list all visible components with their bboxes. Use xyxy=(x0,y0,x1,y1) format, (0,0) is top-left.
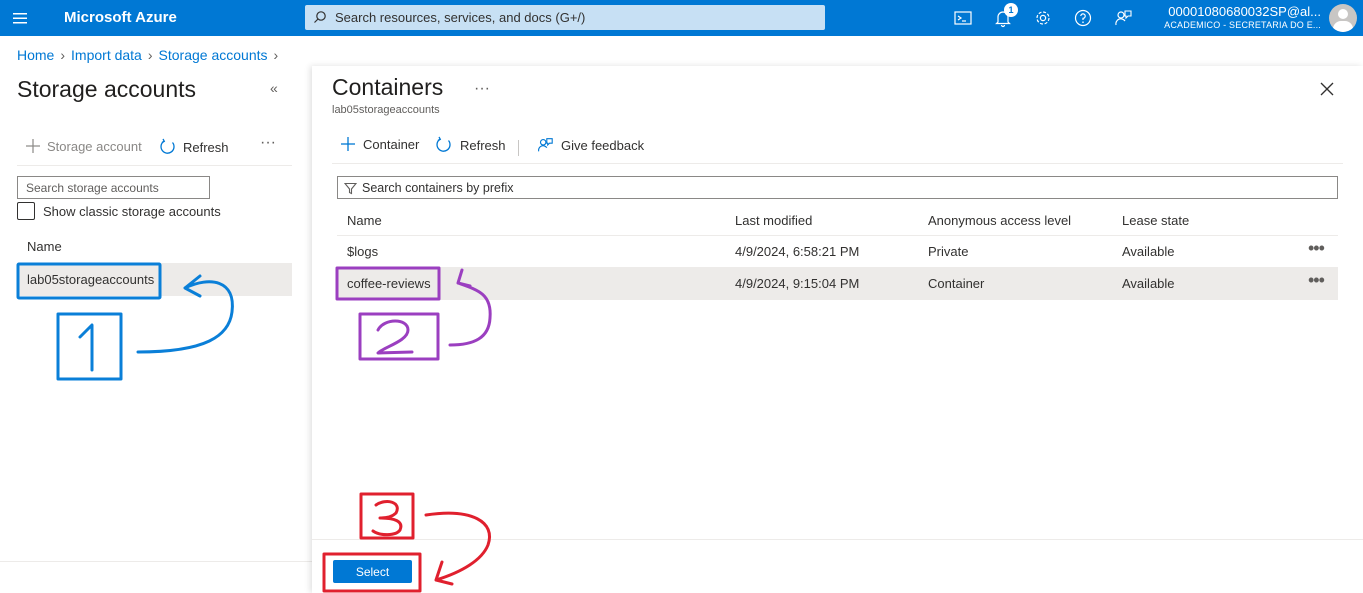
panel-subtitle: lab05storageaccounts xyxy=(332,104,440,116)
filter-icon xyxy=(344,182,357,195)
refresh-accounts-button[interactable]: Refresh xyxy=(159,138,229,156)
feedback-person-icon[interactable] xyxy=(1113,8,1133,28)
column-header-last-modified[interactable]: Last modified xyxy=(735,213,812,228)
breadcrumb-separator: › xyxy=(147,47,153,63)
container-name[interactable]: coffee-reviews xyxy=(347,276,431,291)
breadcrumb-separator: › xyxy=(60,47,66,63)
refresh-containers-label: Refresh xyxy=(460,137,506,153)
container-prefix-search-input[interactable]: Search containers by prefix xyxy=(337,176,1338,199)
storage-account-row[interactable]: lab05storageaccounts xyxy=(17,263,292,296)
search-icon xyxy=(314,11,326,23)
refresh-containers-button[interactable]: Refresh xyxy=(435,136,506,154)
containers-panel: Containers ··· lab05storageaccounts Cont… xyxy=(312,66,1363,593)
hamburger-menu-icon[interactable] xyxy=(12,9,30,27)
table-header: Name Last modified Anonymous access leve… xyxy=(337,206,1338,236)
plus-icon xyxy=(26,139,40,153)
refresh-icon xyxy=(160,138,175,154)
column-header-lease-state[interactable]: Lease state xyxy=(1122,213,1189,228)
breadcrumb-separator: › xyxy=(273,47,279,63)
toolbar-divider xyxy=(518,140,519,156)
global-search-input[interactable]: Search resources, services, and docs (G+… xyxy=(305,5,825,30)
account-organization: ACADEMICO - SECRETARIA DO E... xyxy=(1164,20,1321,30)
container-search-placeholder: Search containers by prefix xyxy=(362,181,514,195)
brand-title[interactable]: Microsoft Azure xyxy=(64,9,177,26)
panel-title: Containers xyxy=(332,74,444,100)
account-info[interactable]: 00001080680032SP@al... ACADEMICO - SECRE… xyxy=(1164,4,1321,30)
column-header-name[interactable]: Name xyxy=(347,213,382,228)
settings-gear-icon[interactable] xyxy=(1033,8,1053,28)
container-last-modified: 4/9/2024, 6:58:21 PM xyxy=(735,244,860,259)
panel-footer-divider xyxy=(312,539,1363,540)
give-feedback-label: Give feedback xyxy=(561,137,645,153)
container-lease-state: Available xyxy=(1122,276,1175,291)
left-more-button[interactable]: ··· xyxy=(260,134,276,152)
container-name[interactable]: $logs xyxy=(347,244,378,259)
show-classic-checkbox[interactable]: Show classic storage accounts xyxy=(17,202,221,220)
table-row[interactable]: coffee-reviews 4/9/2024, 9:15:04 PM Cont… xyxy=(337,268,1338,300)
left-footer-divider xyxy=(0,561,312,562)
feedback-person-icon xyxy=(538,138,553,152)
container-last-modified: 4/9/2024, 9:15:04 PM xyxy=(735,276,860,291)
panel-more-button[interactable]: ··· xyxy=(474,80,490,98)
containers-toolbar: Container Refresh Give feedback xyxy=(332,132,1343,164)
show-classic-label: Show classic storage accounts xyxy=(43,203,221,219)
checkbox-box[interactable] xyxy=(17,202,35,220)
refresh-icon xyxy=(436,136,451,152)
refresh-accounts-label: Refresh xyxy=(183,139,229,155)
left-toolbar: Storage account Refresh ··· xyxy=(17,134,292,166)
page-title: Storage accounts xyxy=(17,76,197,102)
breadcrumb-home[interactable]: Home xyxy=(17,47,54,63)
azure-top-bar: Microsoft Azure Search resources, servic… xyxy=(0,0,1363,36)
plus-icon xyxy=(341,137,355,151)
give-feedback-button[interactable]: Give feedback xyxy=(536,136,644,154)
breadcrumb-storage-accounts[interactable]: Storage accounts xyxy=(159,47,268,63)
table-row[interactable]: $logs 4/9/2024, 6:58:21 PM Private Avail… xyxy=(337,236,1338,268)
add-storage-account-button[interactable]: Storage account xyxy=(25,138,142,154)
notification-count-badge: 1 xyxy=(1004,3,1018,17)
breadcrumb-import-data[interactable]: Import data xyxy=(71,47,142,63)
add-storage-account-label: Storage account xyxy=(47,138,142,154)
row-more-button[interactable]: ••• xyxy=(1308,270,1325,291)
container-access-level: Private xyxy=(928,244,969,259)
add-container-label: Container xyxy=(363,136,420,152)
storage-account-name: lab05storageaccounts xyxy=(27,272,155,287)
avatar[interactable] xyxy=(1329,4,1357,32)
storage-accounts-pane: Storage accounts « Storage account Refre… xyxy=(0,70,312,593)
add-container-button[interactable]: Container xyxy=(340,136,419,152)
container-lease-state: Available xyxy=(1122,244,1175,259)
select-button[interactable]: Select xyxy=(333,560,412,583)
help-question-icon[interactable] xyxy=(1073,8,1093,28)
storage-accounts-search-input[interactable]: Search storage accounts xyxy=(17,176,210,199)
global-search-placeholder: Search resources, services, and docs (G+… xyxy=(335,10,586,25)
container-access-level: Container xyxy=(928,276,985,291)
cloud-shell-icon[interactable] xyxy=(953,8,973,28)
account-username: 00001080680032SP@al... xyxy=(1168,4,1321,19)
breadcrumb: Home › Import data › Storage accounts › xyxy=(17,47,284,63)
column-header-access-level[interactable]: Anonymous access level xyxy=(928,213,1071,228)
collapse-pane-button[interactable]: « xyxy=(270,80,278,96)
close-icon[interactable] xyxy=(1318,80,1336,98)
name-column-header: Name xyxy=(27,239,62,254)
row-more-button[interactable]: ••• xyxy=(1308,238,1325,259)
